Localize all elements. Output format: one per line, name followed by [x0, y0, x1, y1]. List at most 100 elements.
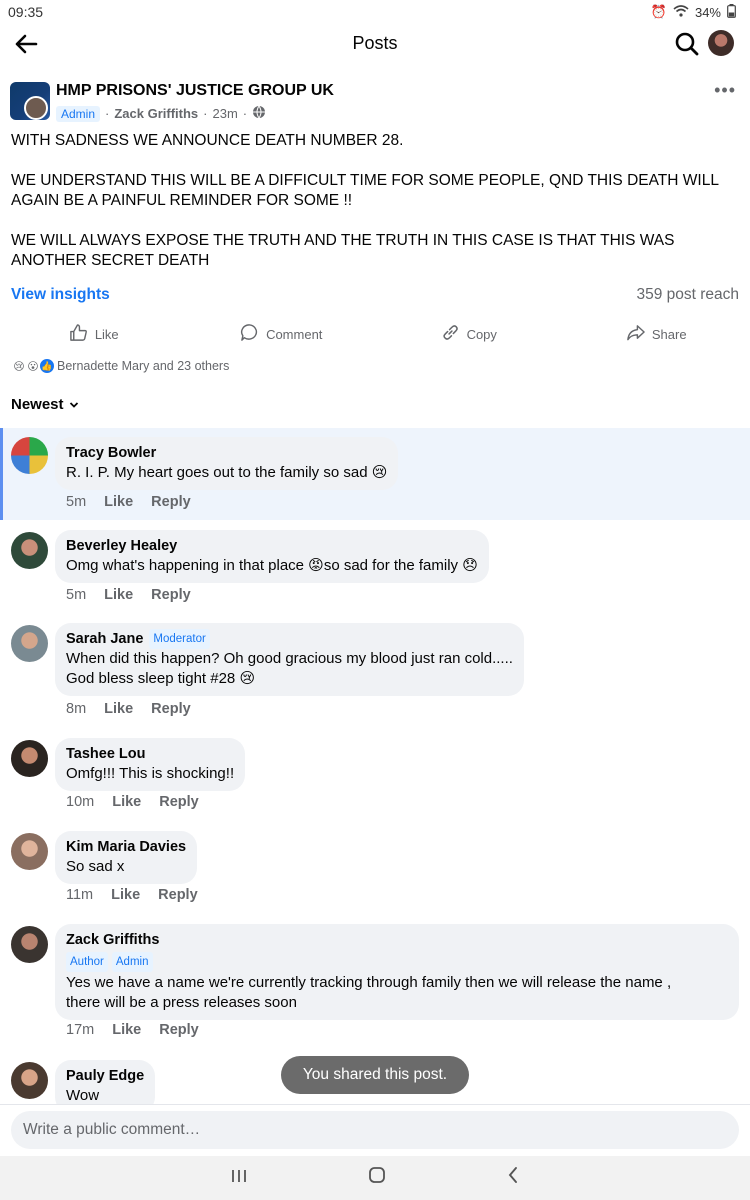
comment-reply-button[interactable]: Reply	[159, 794, 199, 810]
comment-bubble: Sarah Jane Moderator When did this happe…	[55, 623, 524, 696]
copy-label: Copy	[466, 326, 497, 342]
copy-button[interactable]: Copy	[375, 321, 563, 347]
comment-text: R. I. P. My heart goes out to the family…	[66, 464, 388, 481]
comment-text: Wow	[66, 1087, 100, 1104]
wifi-icon	[673, 4, 689, 20]
commenter-name[interactable]: Pauly Edge	[66, 1066, 144, 1086]
comment-bubble: Beverley Healey Omg what's happening in …	[55, 530, 489, 583]
chevron-down-icon	[69, 396, 79, 413]
comment-composer-bar: Write a public comment…	[0, 1104, 750, 1156]
author-avatar[interactable]	[24, 96, 48, 120]
comment-like-button[interactable]: Like	[111, 887, 140, 903]
comment-like-button[interactable]: Like	[112, 794, 141, 810]
recent-apps-icon[interactable]	[230, 1167, 248, 1190]
comment-text: When did this happen? Oh good gracious m…	[66, 650, 513, 667]
system-nav-bar	[0, 1156, 750, 1200]
comment-reply-button[interactable]: Reply	[151, 701, 191, 717]
commenter-name[interactable]: Sarah Jane	[66, 629, 143, 649]
sort-label: Newest	[11, 396, 64, 413]
group-name[interactable]: HMP PRISONS' JUSTICE GROUP UK	[56, 82, 334, 100]
system-back-icon[interactable]	[506, 1166, 520, 1190]
reactions-summary[interactable]: 😢 😮 👍 Bernadette Mary and 23 others	[11, 358, 229, 374]
more-options-icon[interactable]: •••	[714, 80, 736, 101]
share-button[interactable]: Share	[563, 321, 750, 347]
commenter-avatar[interactable]	[11, 740, 48, 777]
view-insights-link[interactable]: View insights	[11, 286, 110, 306]
share-icon	[626, 323, 645, 345]
comment-like-button[interactable]: Like	[104, 587, 133, 603]
insights-row: View insights 359 post reach	[11, 286, 739, 306]
post-body: WITH SADNESS WE ANNOUNCE DEATH NUMBER 28…	[11, 131, 741, 291]
commenter-name-row: Sarah Jane Moderator	[66, 629, 513, 649]
group-avatar[interactable]	[10, 82, 50, 120]
status-bar: 09:35 ⏰ 34%	[0, 0, 750, 24]
comment-button[interactable]: Comment	[188, 321, 376, 347]
comment-actions: 10m Like Reply	[66, 794, 199, 810]
comment-item: Kim Maria Davies So sad x 11m Like Reply	[0, 831, 750, 911]
status-time: 09:35	[8, 4, 44, 20]
comment-time: 8m	[66, 701, 87, 717]
moderator-badge: Moderator	[149, 629, 210, 649]
comment-reply-button[interactable]: Reply	[158, 887, 198, 903]
comment-bubble: Tracy Bowler R. I. P. My heart goes out …	[55, 437, 399, 490]
search-icon[interactable]	[674, 31, 700, 57]
comment-sort-dropdown[interactable]: Newest	[11, 396, 79, 413]
comment-actions: 11m Like Reply	[66, 887, 198, 903]
post-paragraph: WE WILL ALWAYS EXPOSE THE TRUTH AND THE …	[11, 232, 675, 269]
like-button[interactable]: Like	[0, 321, 188, 347]
commenter-name[interactable]: Beverley Healey	[66, 536, 478, 556]
comment-reply-button[interactable]: Reply	[159, 1022, 199, 1038]
reaction-icons: 😢 😮 👍	[11, 358, 55, 374]
post-paragraph: WITH SADNESS WE ANNOUNCE DEATH NUMBER 28…	[11, 132, 404, 149]
comment-time: 5m	[66, 494, 87, 510]
commenter-avatar[interactable]	[11, 926, 48, 963]
comment-like-button[interactable]: Like	[104, 494, 133, 510]
comment-text: God bless sleep tight #28 😢	[66, 670, 256, 687]
alarm-icon: ⏰	[650, 4, 667, 19]
comment-text: Omg what's happening in that place 😡so s…	[66, 557, 478, 574]
like-label: Like	[94, 326, 119, 342]
commenter-avatar[interactable]	[11, 625, 48, 662]
page-title: Posts	[352, 33, 398, 53]
commenter-avatar[interactable]	[11, 532, 48, 569]
comment-item: Sarah Jane Moderator When did this happe…	[0, 623, 750, 723]
thumbs-up-icon	[69, 323, 88, 345]
globe-icon	[252, 105, 266, 122]
commenter-name[interactable]: Tracy Bowler	[66, 443, 387, 463]
commenter-avatar[interactable]	[11, 437, 48, 474]
comment-bubble: Kim Maria Davies So sad x	[55, 831, 198, 884]
post-paragraph: WE UNDERSTAND THIS WILL BE A DIFFICULT T…	[11, 172, 719, 209]
post-header: HMP PRISONS' JUSTICE GROUP UK Admin · Za…	[10, 78, 740, 122]
comment-input[interactable]: Write a public comment…	[11, 1111, 739, 1149]
commenter-name[interactable]: Zack Griffiths	[66, 930, 728, 950]
comment-reply-button[interactable]: Reply	[151, 587, 191, 603]
commenter-name[interactable]: Kim Maria Davies	[66, 837, 186, 857]
comment-like-button[interactable]: Like	[104, 701, 133, 717]
post-time[interactable]: 23m	[213, 106, 238, 121]
profile-avatar[interactable]	[708, 30, 734, 56]
comment-text: there will be a press releases soon	[66, 994, 297, 1011]
battery-percent: 34%	[694, 4, 721, 20]
commenter-avatar[interactable]	[11, 1062, 48, 1099]
comment-label: Comment	[266, 326, 323, 342]
link-icon	[441, 323, 460, 345]
comment-item: Beverley Healey Omg what's happening in …	[0, 530, 750, 610]
post-author[interactable]: Zack Griffiths	[114, 106, 198, 121]
like-reaction-icon: 👍	[39, 358, 55, 374]
comment-item: Tashee Lou Omfg!!! This is shocking!! 10…	[0, 738, 750, 818]
commenter-avatar[interactable]	[11, 833, 48, 870]
comment-text: Yes we have a name we're currently track…	[66, 974, 672, 991]
comment-icon	[240, 323, 259, 345]
comment-like-button[interactable]: Like	[112, 1022, 141, 1038]
comment-time: 11m	[66, 887, 94, 903]
comment-actions: 8m Like Reply	[66, 701, 191, 717]
meta-separator: ·	[203, 106, 208, 121]
status-icons: ⏰ 34%	[650, 3, 736, 21]
home-icon[interactable]	[368, 1166, 386, 1190]
comment-reply-button[interactable]: Reply	[151, 494, 191, 510]
app-bar: Posts	[0, 24, 750, 64]
commenter-name[interactable]: Tashee Lou	[66, 744, 234, 764]
battery-icon	[727, 3, 736, 21]
post-meta: Admin · Zack Griffiths · 23m ·	[56, 105, 266, 122]
comment-text: So sad x	[66, 858, 125, 875]
